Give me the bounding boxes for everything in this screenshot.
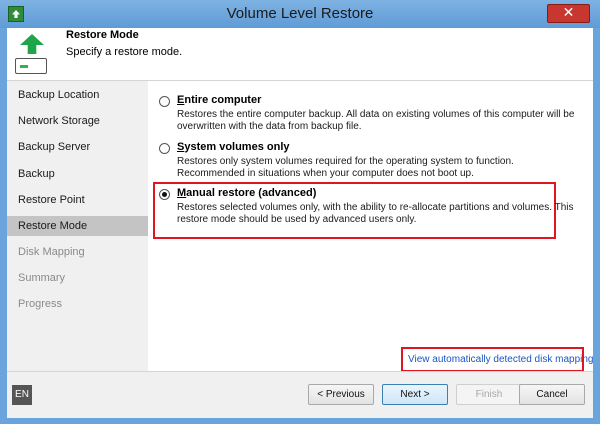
sidebar-item-backup[interactable]: Backup bbox=[7, 164, 148, 184]
option-desc-manual-restore: Restores selected volumes only, with the… bbox=[177, 202, 574, 225]
wizard-steps-sidebar: Backup Location Network Storage Backup S… bbox=[7, 81, 148, 371]
sidebar-item-backup-server[interactable]: Backup Server bbox=[7, 137, 148, 157]
restore-icon bbox=[15, 34, 47, 74]
wizard-client-area: Restore Mode Specify a restore mode. Bac… bbox=[7, 28, 593, 418]
sidebar-item-restore-mode[interactable]: Restore Mode bbox=[7, 216, 148, 236]
sidebar-item-network-storage[interactable]: Network Storage bbox=[7, 111, 148, 131]
sidebar-item-summary: Summary bbox=[18, 272, 66, 284]
sidebar-item-disk-mapping: Disk Mapping bbox=[18, 246, 85, 258]
window-title: Volume Level Restore bbox=[226, 5, 374, 22]
sidebar-item-backup-location[interactable]: Backup Location bbox=[7, 85, 148, 105]
radio-entire-computer[interactable] bbox=[159, 96, 170, 107]
option-label-manual-restore[interactable]: Manual restore (advanced) bbox=[177, 187, 316, 199]
language-indicator[interactable]: EN bbox=[12, 385, 32, 405]
sidebar-item-progress: Progress bbox=[18, 298, 63, 310]
drive-icon bbox=[15, 58, 47, 74]
step-title: Restore Mode bbox=[66, 29, 139, 41]
option-label-system-volumes[interactable]: System volumes only bbox=[177, 141, 290, 153]
sidebar-item-restore-point[interactable]: Restore Point bbox=[7, 190, 148, 210]
cancel-button[interactable]: Cancel bbox=[519, 384, 585, 405]
restore-wizard-window: Volume Level Restore ✕ Restore Mode Spec… bbox=[0, 0, 600, 424]
wizard-footer: EN < Previous Next > Finish Cancel bbox=[7, 371, 593, 418]
view-disk-mapping-link[interactable]: View automatically detected disk mapping bbox=[408, 351, 593, 370]
up-arrow-icon bbox=[20, 34, 44, 54]
wizard-header: Restore Mode Specify a restore mode. bbox=[7, 28, 593, 81]
radio-manual-restore[interactable] bbox=[159, 189, 170, 200]
option-desc-system-volumes: Restores only system volumes required fo… bbox=[177, 156, 514, 179]
option-desc-entire-computer: Restores the entire computer backup. All… bbox=[177, 109, 575, 132]
close-button[interactable]: ✕ bbox=[547, 4, 590, 23]
finish-button: Finish bbox=[456, 384, 522, 405]
title-bar[interactable]: Volume Level Restore ✕ bbox=[0, 0, 600, 28]
next-button[interactable]: Next > bbox=[382, 384, 448, 405]
restore-mode-options: Entire computer Restores the entire comp… bbox=[148, 81, 593, 371]
previous-button[interactable]: < Previous bbox=[308, 384, 374, 405]
step-subtitle: Specify a restore mode. bbox=[66, 46, 183, 58]
option-label-entire-computer[interactable]: Entire computer bbox=[177, 94, 261, 106]
radio-system-volumes[interactable] bbox=[159, 143, 170, 154]
